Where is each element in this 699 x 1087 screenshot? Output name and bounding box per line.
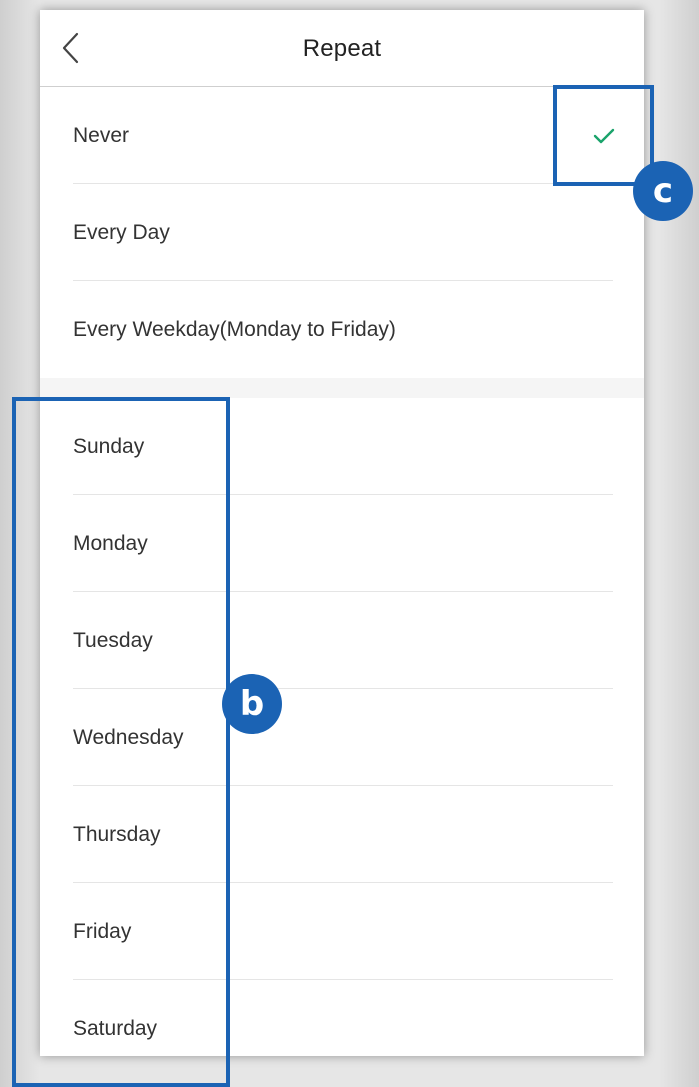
- section-separator: [40, 378, 644, 398]
- page-title: Repeat: [302, 35, 382, 62]
- option-label: Every Day: [73, 220, 170, 244]
- option-every-weekday[interactable]: Every Weekday(Monday to Friday): [40, 281, 644, 378]
- option-label: Every Weekday(Monday to Friday): [73, 317, 396, 341]
- annotation-badge-c: c: [633, 161, 693, 221]
- annotation-badge-b: b: [222, 674, 282, 734]
- option-every-day[interactable]: Every Day: [40, 184, 644, 281]
- annotation-box-c: [553, 85, 654, 186]
- annotation-box-b: [12, 397, 230, 1087]
- option-label: Never: [73, 123, 130, 147]
- navigation-bar: Repeat: [40, 10, 644, 87]
